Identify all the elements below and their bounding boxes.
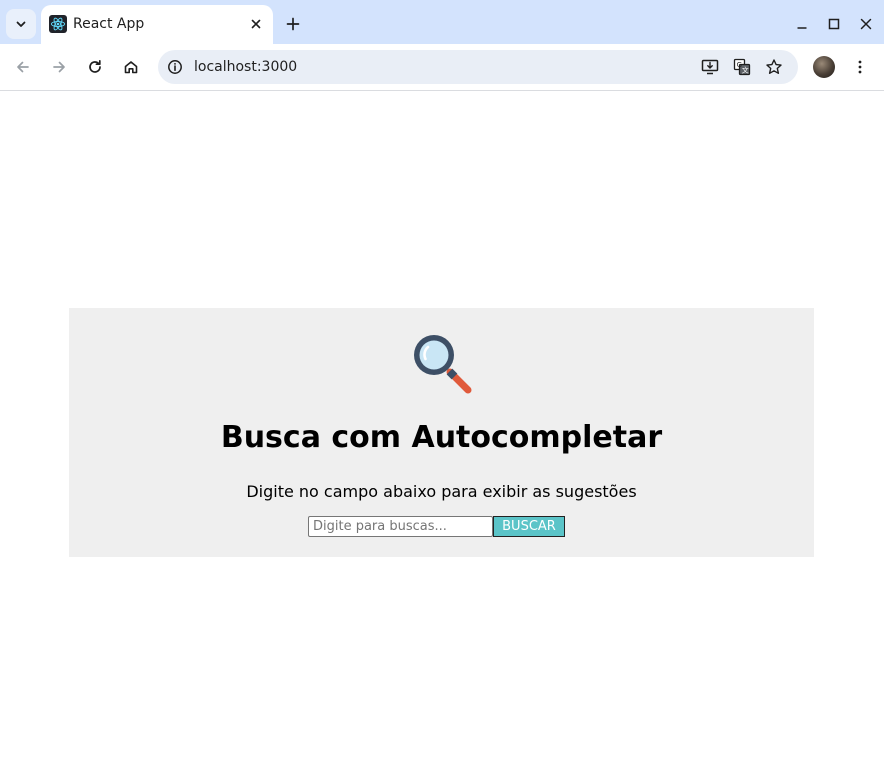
maximize-icon — [828, 18, 840, 30]
browser-menu-button[interactable] — [845, 52, 875, 82]
home-button[interactable] — [116, 52, 146, 82]
profile-avatar[interactable] — [813, 56, 835, 78]
tab-title: React App — [73, 16, 145, 32]
close-icon — [860, 18, 872, 30]
address-bar[interactable]: localhost:3000 G 文 — [158, 50, 798, 84]
arrow-right-icon — [53, 61, 65, 73]
tab-active[interactable]: React App — [41, 5, 273, 44]
magnifying-glass-icon — [414, 335, 472, 394]
tab-search-button[interactable] — [6, 9, 36, 39]
arrow-left-icon — [17, 61, 29, 73]
maximize-button[interactable] — [820, 10, 848, 38]
browser-window: React App localhost:3000 G 文 Busca com A… — [0, 0, 884, 772]
reload-button[interactable] — [80, 52, 110, 82]
translate-button[interactable]: G 文 — [731, 56, 753, 78]
search-form: BUSCAR — [308, 516, 565, 537]
reload-icon — [89, 59, 101, 73]
page-subtitle: Digite no campo abaixo para exibir as su… — [246, 482, 637, 501]
react-logo-icon — [49, 15, 67, 33]
search-input[interactable] — [308, 516, 493, 537]
page-title: Busca com Autocompletar — [220, 420, 663, 455]
url-text[interactable]: localhost:3000 — [194, 58, 297, 76]
minimize-icon — [797, 27, 807, 29]
tab-strip: React App — [0, 0, 884, 44]
kebab-menu-icon — [858, 60, 862, 74]
info-icon — [168, 60, 182, 74]
install-app-icon — [701, 59, 719, 75]
chevron-down-icon — [16, 21, 26, 27]
browser-toolbar: localhost:3000 G 文 — [0, 44, 884, 91]
forward-button[interactable] — [44, 52, 74, 82]
search-card: Busca com Autocompletar Digite no campo … — [69, 308, 814, 557]
bookmark-star-icon — [766, 59, 782, 74]
tab-close-button[interactable] — [247, 15, 265, 33]
close-icon — [251, 19, 261, 29]
new-tab-button[interactable] — [280, 11, 306, 37]
page-viewport: Busca com Autocompletar Digite no campo … — [0, 92, 884, 772]
bookmark-button[interactable] — [763, 56, 785, 78]
close-window-button[interactable] — [852, 10, 880, 38]
install-app-button[interactable] — [699, 56, 721, 78]
site-info-button[interactable] — [166, 58, 184, 76]
svg-text:文: 文 — [742, 66, 749, 75]
minimize-button[interactable] — [788, 10, 816, 38]
plus-icon — [286, 17, 300, 31]
home-icon — [124, 61, 138, 74]
search-button[interactable]: BUSCAR — [493, 516, 565, 537]
translate-icon: G 文 — [733, 58, 751, 76]
back-button[interactable] — [8, 52, 38, 82]
